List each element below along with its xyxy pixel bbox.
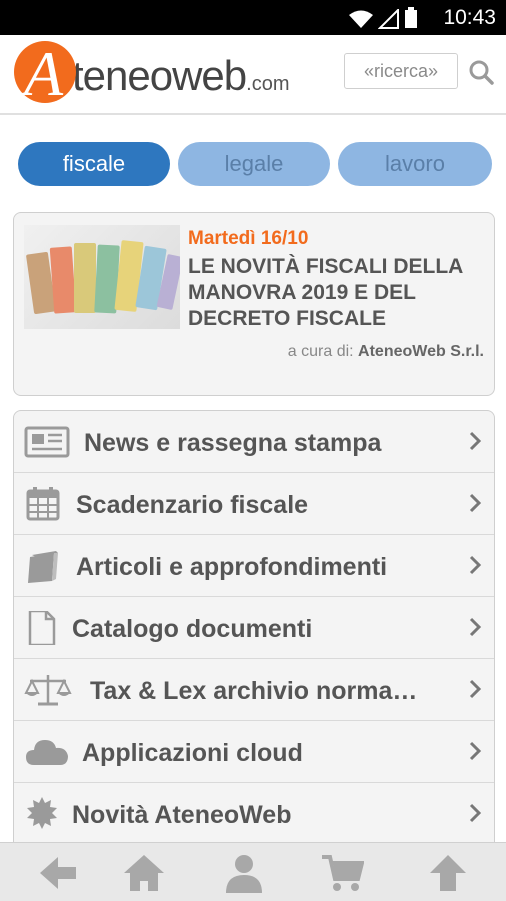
logo-com: .com (246, 72, 290, 95)
menu-item-news[interactable]: News e rassegna stampa (14, 411, 494, 473)
menu-item-label: Scadenzario fiscale (76, 491, 309, 519)
logo-word: teneoweb (72, 52, 247, 99)
menu-item-label: Tax & Lex archivio norma… (90, 677, 418, 705)
scales-icon (24, 675, 72, 706)
status-bar: 10:43 (0, 0, 506, 35)
credit-prefix: a cura di: (287, 343, 354, 360)
category-tabs: fiscale legale lavoro (18, 142, 492, 186)
ateneoweb-logo[interactable]: A teneoweb .com (14, 38, 290, 109)
menu-item-cloud[interactable]: Applicazioni cloud (14, 721, 494, 783)
cloud-icon (26, 740, 68, 765)
credit-author: AteneoWeb S.r.l. (358, 343, 484, 360)
chevron-right-icon (469, 431, 482, 451)
menu-item-label: Applicazioni cloud (82, 739, 303, 767)
news-credit: a cura di: AteneoWeb S.r.l. (288, 343, 484, 361)
document-icon (28, 611, 56, 645)
signal-icon (378, 9, 399, 29)
tab-fiscale[interactable]: fiscale (18, 142, 170, 186)
status-icons (348, 7, 418, 29)
bottom-nav-bar (0, 842, 506, 901)
featured-news-card[interactable]: Martedì 16/10 LE NOVITÀ FISCALI DELLA MA… (13, 212, 495, 396)
user-icon[interactable] (222, 853, 266, 893)
news-image (24, 225, 180, 329)
news-title: LE NOVITÀ FISCALI DELLA MANOVRA 2019 E D… (188, 255, 463, 330)
menu-item-taxlex[interactable]: Tax & Lex archivio norma… (14, 659, 494, 721)
battery-icon (405, 7, 417, 28)
wifi-icon (349, 10, 373, 28)
menu-item-catalogo[interactable]: Catalogo documenti (14, 597, 494, 659)
chevron-right-icon (469, 493, 482, 513)
search-input[interactable]: «ricerca» (344, 53, 458, 89)
cart-icon[interactable] (320, 853, 364, 893)
menu-item-label: Catalogo documenti (72, 615, 313, 643)
up-arrow-icon[interactable] (426, 853, 470, 893)
search-icon[interactable] (468, 59, 494, 85)
main-menu-list: News e rassegna stampa Scadenzario fisca… (13, 410, 495, 852)
news-date: Martedì 16/10 (188, 228, 309, 249)
chevron-right-icon (469, 803, 482, 823)
menu-item-label: Articoli e approfondimenti (76, 553, 388, 581)
menu-item-articoli[interactable]: Articoli e approfondimenti (14, 535, 494, 597)
back-arrow-icon[interactable] (36, 853, 80, 893)
starburst-icon (27, 797, 57, 829)
book-icon (28, 551, 58, 583)
menu-item-label: Novità AteneoWeb (72, 801, 292, 829)
logo-circle: A (14, 38, 76, 109)
newspaper-icon (24, 426, 70, 458)
chevron-right-icon (469, 741, 482, 761)
chevron-right-icon (469, 555, 482, 575)
logo-letter: A (24, 38, 64, 109)
app-header: A teneoweb .com «ricerca» (0, 35, 506, 115)
chevron-right-icon (469, 617, 482, 637)
menu-item-novita[interactable]: Novità AteneoWeb (14, 783, 494, 845)
menu-item-label: News e rassegna stampa (84, 429, 382, 457)
tab-lavoro[interactable]: lavoro (338, 142, 492, 186)
menu-item-scadenzario[interactable]: Scadenzario fiscale (14, 473, 494, 535)
home-icon[interactable] (122, 853, 166, 893)
tab-legale[interactable]: legale (178, 142, 330, 186)
chevron-right-icon (469, 679, 482, 699)
status-time: 10:43 (443, 6, 496, 29)
calendar-icon (26, 487, 60, 521)
